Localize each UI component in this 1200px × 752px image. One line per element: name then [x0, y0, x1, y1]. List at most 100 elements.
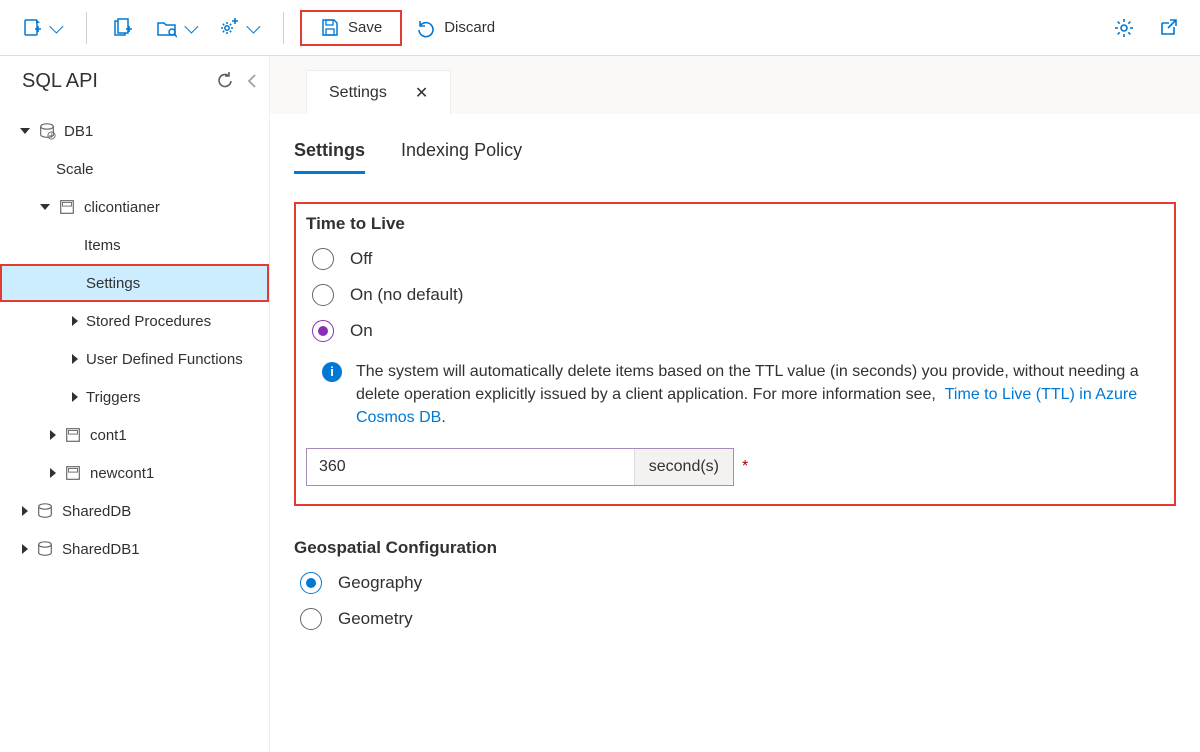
document-tab-strip: Settings ✕	[270, 56, 1200, 114]
radio-icon	[312, 284, 334, 306]
collapse-icon[interactable]	[245, 71, 259, 91]
radio-label: Geography	[338, 573, 422, 593]
chevron-down-icon	[184, 19, 198, 33]
geo-title: Geospatial Configuration	[294, 538, 1166, 558]
save-button[interactable]: Save	[300, 10, 402, 46]
radio-label: Geometry	[338, 609, 413, 629]
new-item-button[interactable]	[103, 10, 143, 46]
geo-option-geometry[interactable]: Geometry	[300, 608, 1166, 630]
close-tab-button[interactable]: ✕	[415, 83, 428, 103]
tree-item-clicontianer[interactable]: clicontianer	[0, 188, 269, 226]
radio-icon	[300, 572, 322, 594]
tree-item-label: Items	[84, 237, 121, 254]
ttl-option-off[interactable]: Off	[312, 248, 1164, 270]
radio-label: On	[350, 321, 373, 341]
database-icon	[36, 540, 54, 558]
tree-item-label: cont1	[90, 427, 127, 444]
ttl-input-wrap: second(s) *	[306, 448, 1164, 486]
tree-item-label: Stored Procedures	[86, 313, 211, 330]
caret-down-icon	[20, 128, 30, 134]
caret-right-icon	[50, 468, 56, 478]
tree-item-label: DB1	[64, 123, 93, 140]
resource-tree: DB1 Scale clicontianer Items Settings St…	[0, 106, 269, 752]
settings-gear-button[interactable]	[1104, 10, 1144, 46]
gear-icon	[1114, 18, 1134, 38]
document-tab-settings[interactable]: Settings ✕	[306, 70, 451, 114]
caret-right-icon	[72, 392, 78, 402]
undo-icon	[416, 18, 436, 38]
container-icon	[64, 426, 82, 444]
caret-right-icon	[50, 430, 56, 440]
tree-item-scale[interactable]: Scale	[0, 150, 269, 188]
container-icon	[64, 464, 82, 482]
ttl-unit-label: second(s)	[634, 449, 733, 485]
tree-item-label: clicontianer	[84, 199, 160, 216]
caret-down-icon	[40, 204, 50, 210]
tree-item-items[interactable]: Items	[0, 226, 269, 264]
radio-icon	[300, 608, 322, 630]
tree-item-cont1[interactable]: cont1	[0, 416, 269, 454]
discard-button-label: Discard	[444, 19, 495, 36]
tree-item-db1[interactable]: DB1	[0, 112, 269, 150]
radio-label: On (no default)	[350, 285, 463, 305]
ttl-section: Time to Live Off On (no default) On i Th…	[294, 202, 1176, 506]
subtab-strip: Settings Indexing Policy	[294, 140, 1176, 174]
subtab-indexing-policy[interactable]: Indexing Policy	[401, 140, 522, 174]
ttl-option-on-no-default[interactable]: On (no default)	[312, 284, 1164, 306]
settings-dropdown-button[interactable]	[209, 10, 267, 46]
tree-item-newcont1[interactable]: newcont1	[0, 454, 269, 492]
ttl-info: i The system will automatically delete i…	[322, 360, 1164, 430]
settings-panel: Settings Indexing Policy Time to Live Of…	[270, 114, 1200, 752]
caret-right-icon	[72, 316, 78, 326]
tree-item-label: User Defined Functions	[86, 351, 243, 368]
save-icon	[320, 18, 340, 38]
required-indicator: *	[742, 458, 748, 476]
open-query-button[interactable]	[147, 10, 205, 46]
tree-item-label: Triggers	[86, 389, 140, 406]
external-link-icon	[1158, 18, 1178, 38]
save-button-label: Save	[348, 19, 382, 36]
caret-right-icon	[72, 354, 78, 364]
open-external-button[interactable]	[1148, 10, 1188, 46]
container-icon	[58, 198, 76, 216]
tree-item-label: newcont1	[90, 465, 154, 482]
content-area: Settings ✕ Settings Indexing Policy Time…	[270, 56, 1200, 752]
ttl-option-on[interactable]: On	[312, 320, 1164, 342]
ttl-info-text: The system will automatically delete ite…	[356, 360, 1164, 430]
tree-item-udfs[interactable]: User Defined Functions	[0, 340, 269, 378]
tree-item-label: Scale	[56, 161, 94, 178]
toolbar: Save Discard	[0, 0, 1200, 56]
tree-item-label: Settings	[86, 275, 140, 292]
toolbar-separator	[86, 12, 87, 44]
database-icon	[38, 122, 56, 140]
ttl-input-group: second(s)	[306, 448, 734, 486]
caret-right-icon	[22, 506, 28, 516]
tree-item-settings[interactable]: Settings	[0, 264, 269, 302]
sidebar-title: SQL API	[22, 70, 98, 93]
discard-button[interactable]: Discard	[406, 10, 505, 46]
sidebar: SQL API DB1 Scale clicontianer Items	[0, 56, 270, 752]
ttl-title: Time to Live	[306, 214, 1164, 234]
tree-item-shareddb1[interactable]: SharedDB1	[0, 530, 269, 568]
chevron-down-icon	[246, 19, 260, 33]
sidebar-header: SQL API	[0, 56, 269, 106]
chevron-down-icon	[49, 19, 63, 33]
document-tab-label: Settings	[329, 84, 387, 102]
geo-section: Geospatial Configuration Geography Geome…	[294, 528, 1176, 662]
info-icon: i	[322, 362, 342, 382]
radio-icon	[312, 248, 334, 270]
tree-item-shareddb[interactable]: SharedDB	[0, 492, 269, 530]
caret-right-icon	[22, 544, 28, 554]
radio-icon	[312, 320, 334, 342]
ttl-value-input[interactable]	[307, 449, 634, 485]
radio-label: Off	[350, 249, 372, 269]
new-sql-query-button[interactable]	[12, 10, 70, 46]
toolbar-separator	[283, 12, 284, 44]
tree-item-triggers[interactable]: Triggers	[0, 378, 269, 416]
refresh-icon[interactable]	[215, 71, 235, 91]
database-icon	[36, 502, 54, 520]
subtab-settings[interactable]: Settings	[294, 140, 365, 174]
tree-item-stored-procedures[interactable]: Stored Procedures	[0, 302, 269, 340]
tree-item-label: SharedDB	[62, 503, 131, 520]
geo-option-geography[interactable]: Geography	[300, 572, 1166, 594]
